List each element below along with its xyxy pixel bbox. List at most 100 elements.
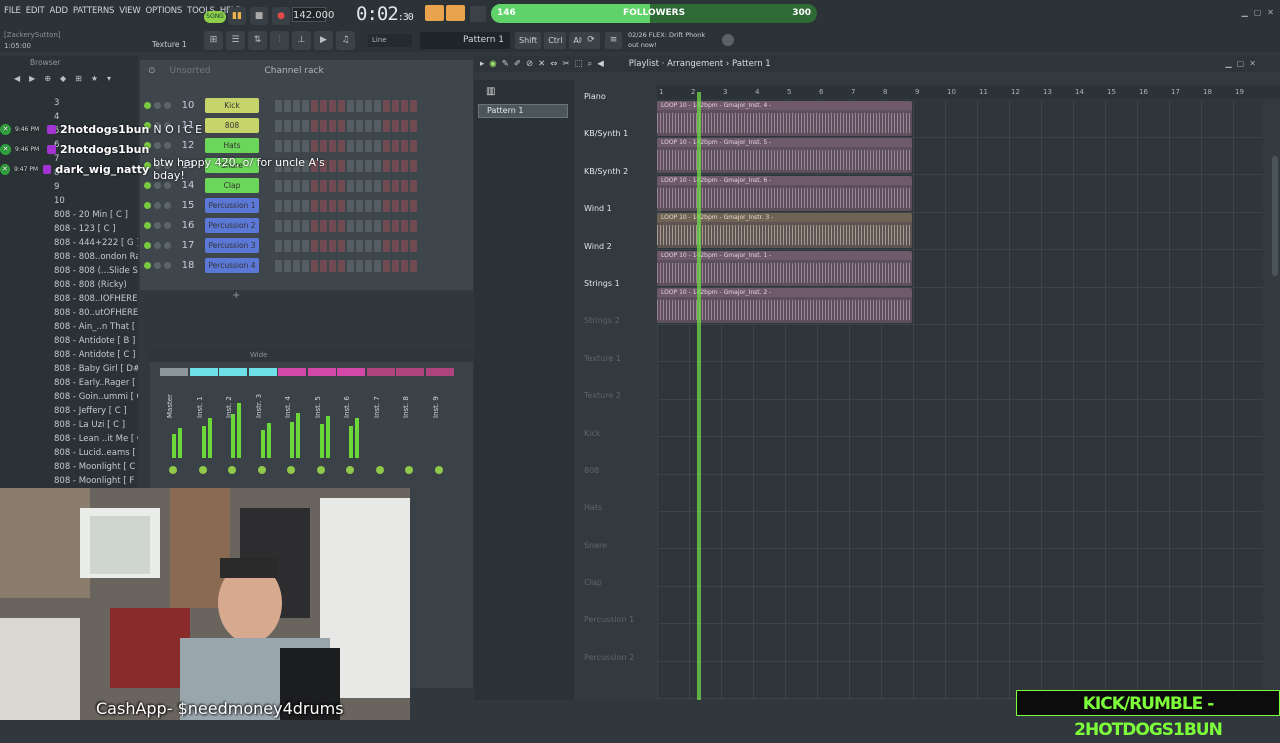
step-button[interactable] <box>338 199 345 212</box>
step-button[interactable] <box>284 199 291 212</box>
step-button[interactable] <box>374 259 381 272</box>
channel-name-button[interactable]: Percussion 4 <box>205 258 259 273</box>
browser-item[interactable]: 808 - Goin..ummi [ C ] <box>0 390 138 404</box>
channel-mixer-track[interactable]: 17 <box>177 240 199 251</box>
step-button[interactable] <box>329 219 336 232</box>
audio-clip[interactable]: LOOP 10 - 142bpm - Gmajor_Inst. 5 - <box>657 138 912 174</box>
mixer-channel[interactable]: Inst. 8 <box>396 368 424 478</box>
step-button[interactable] <box>374 159 381 172</box>
browser-item[interactable]: 808 - Ain_..n That [ C ] <box>0 320 138 334</box>
slip-icon[interactable]: ⇔ <box>550 59 557 69</box>
step-button[interactable] <box>365 239 372 252</box>
channel-mute-led[interactable] <box>144 202 151 209</box>
step-button[interactable] <box>401 259 408 272</box>
delete-icon[interactable]: ⊘ <box>526 59 533 69</box>
track-header[interactable]: KB/Synth 2 <box>580 167 652 204</box>
timeline-ruler[interactable]: 1 2 3 4 5 6 7 8 9 10 11 12 13 14 15 16 17 18 19 <box>657 85 1280 99</box>
vertical-scrollbar[interactable] <box>1272 156 1278 276</box>
step-button[interactable] <box>401 99 408 112</box>
step-button[interactable] <box>338 219 345 232</box>
step-button[interactable] <box>347 199 354 212</box>
modifier-ctrl[interactable]: Ctrl <box>544 32 567 49</box>
step-button[interactable] <box>320 199 327 212</box>
mixer-channel[interactable]: Inst. 2 <box>219 368 247 478</box>
step-button[interactable] <box>410 159 417 172</box>
snap-icon[interactable]: ◉ <box>489 59 496 69</box>
step-button[interactable] <box>383 99 390 112</box>
step-button[interactable] <box>302 239 309 252</box>
channel-vol-knob[interactable] <box>164 102 171 109</box>
draw-icon[interactable]: ✎ <box>502 59 509 69</box>
channel-vol-knob[interactable] <box>164 222 171 229</box>
step-button[interactable] <box>311 259 318 272</box>
step-button[interactable] <box>275 239 282 252</box>
step-button[interactable] <box>311 219 318 232</box>
pl-maximize-icon[interactable]: ▢ <box>1237 59 1245 68</box>
channel-pan-knob[interactable] <box>154 262 161 269</box>
pan-knob[interactable] <box>316 466 325 474</box>
play-icon[interactable]: ▮▮ <box>228 7 246 25</box>
step-button[interactable] <box>320 219 327 232</box>
step-button[interactable] <box>356 139 363 152</box>
pan-knob[interactable] <box>198 466 207 474</box>
news-panel[interactable]: 02/26 FLEX: Drift Phonk out now! <box>628 30 705 50</box>
channel-mute-led[interactable] <box>144 222 151 229</box>
mixer-channel[interactable]: Master <box>160 368 188 478</box>
step-button[interactable] <box>275 99 282 112</box>
menu-options[interactable]: OPTIONS <box>146 6 183 16</box>
browser-item[interactable]: 808 - Jeffery [ C ] <box>0 404 138 418</box>
step-button[interactable] <box>320 99 327 112</box>
mixer-channel[interactable]: Inst. 9 <box>425 368 454 478</box>
wave-icon[interactable] <box>470 6 486 22</box>
pattern-picker-icon[interactable]: ▥ <box>486 86 495 97</box>
browser-item[interactable]: 808 - 808..ondon Rare] <box>0 250 138 264</box>
audio-clip[interactable]: LOOP 10 - 142bpm - Gmajor_Instr. 3 - <box>657 213 912 249</box>
playlist-view-icon[interactable]: ⊞ <box>204 31 223 50</box>
browser-item[interactable]: 9 <box>0 180 138 194</box>
channel-name-button[interactable]: Percussion 2 <box>205 218 259 233</box>
channel-mixer-track[interactable]: 15 <box>177 200 199 211</box>
browser-item[interactable]: 808 - 808..IOFHERE™ ] <box>0 292 138 306</box>
track-header[interactable]: 808 <box>580 466 652 503</box>
pl-close-icon[interactable]: ✕ <box>1249 59 1256 68</box>
close-icon[interactable]: ✕ <box>1267 8 1274 17</box>
step-button[interactable] <box>356 199 363 212</box>
step-button[interactable] <box>410 219 417 232</box>
track-header[interactable]: Wind 1 <box>580 204 652 241</box>
star-icon[interactable]: ★ <box>91 74 98 88</box>
playlist-grid[interactable]: LOOP 10 - 142bpm - Gmajor_Inst. 4 - LOOP … <box>657 100 1263 700</box>
step-button[interactable] <box>356 119 363 132</box>
step-button[interactable] <box>383 139 390 152</box>
channel-name-button[interactable]: Percussion 3 <box>205 238 259 253</box>
channel-mute-led[interactable] <box>144 262 151 269</box>
step-button[interactable] <box>365 159 372 172</box>
step-button[interactable] <box>383 179 390 192</box>
menu-patterns[interactable]: PATTERNS <box>73 6 115 16</box>
browser-item[interactable]: 808 - La Uzi [ C ] <box>0 418 138 432</box>
browser-item[interactable]: 808 - 80..utOFHERE™ ] <box>0 306 138 320</box>
step-button[interactable] <box>347 139 354 152</box>
add-channel-icon[interactable]: + <box>232 290 240 301</box>
audio-clip[interactable]: LOOP 10 - 142bpm - Gmajor_Inst. 2 - <box>657 288 912 323</box>
zoom-icon[interactable]: ⌕ <box>587 59 592 69</box>
step-button[interactable] <box>374 119 381 132</box>
channel-pan-knob[interactable] <box>154 182 161 189</box>
step-button[interactable] <box>302 259 309 272</box>
pan-knob[interactable] <box>434 466 443 474</box>
audio-clip[interactable]: LOOP 10 - 142bpm - Gmajor_Inst. 6 - <box>657 175 912 211</box>
grid-icon[interactable]: ⊞ <box>75 74 82 88</box>
browser-item[interactable]: 808 - Antidote [ B ] <box>0 334 138 348</box>
channel-mute-led[interactable] <box>144 102 151 109</box>
step-button[interactable] <box>365 99 372 112</box>
step-button[interactable] <box>392 219 399 232</box>
paint-icon[interactable]: ✐ <box>514 59 521 69</box>
step-button[interactable] <box>401 239 408 252</box>
track-header[interactable]: Texture 1 <box>580 354 652 391</box>
menu-edit[interactable]: EDIT <box>26 6 45 16</box>
menu-file[interactable]: FILE <box>4 6 21 16</box>
browser-item[interactable]: 3 <box>0 96 138 110</box>
step-button[interactable] <box>392 139 399 152</box>
step-button[interactable] <box>401 139 408 152</box>
tag-icon[interactable]: ◆ <box>60 74 66 88</box>
mixer-channel[interactable]: Inst. 7 <box>366 368 395 478</box>
